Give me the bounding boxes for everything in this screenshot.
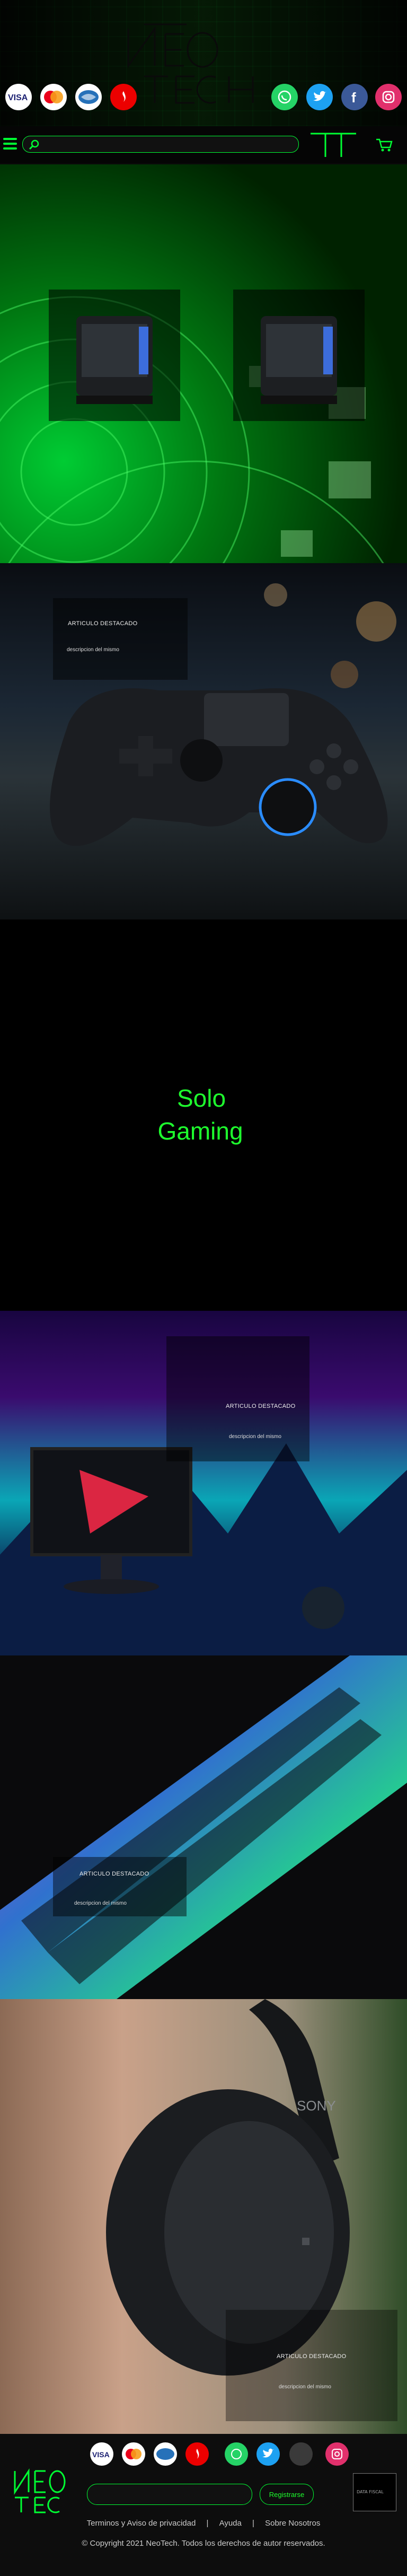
register-button[interactable]: Registrarse: [260, 2484, 314, 2505]
about-link[interactable]: Sobre Nosotros: [265, 2519, 320, 2528]
twitter-icon[interactable]: [306, 84, 333, 110]
search-icon[interactable]: [28, 139, 40, 151]
svg-text:VISA: VISA: [92, 2450, 110, 2459]
mastercard-icon[interactable]: [40, 84, 67, 110]
featured-item-box[interactable]: ARTICULO DESTACADO descripcion del mismo: [53, 598, 188, 680]
whatsapp-icon[interactable]: [225, 2442, 248, 2466]
data-fiscal-qr[interactable]: DATA FISCAL: [353, 2473, 396, 2511]
svg-text:VISA: VISA: [8, 93, 28, 102]
headphones-section: SONY ARTICULO DESTACADO descripcion del …: [0, 1999, 407, 2434]
gamepad-section: ARTICULO DESTACADO descripcion del mismo: [0, 563, 407, 919]
product-card[interactable]: [233, 290, 365, 421]
terms-link[interactable]: Terminos y Aviso de privacidad: [87, 2519, 196, 2528]
instagram-icon[interactable]: [375, 84, 402, 110]
featured-title: ARTICULO DESTACADO: [79, 1871, 149, 1877]
featured-description: descripcion del mismo: [229, 1434, 281, 1440]
keyboard-image: [0, 1655, 407, 1999]
search-input[interactable]: [22, 136, 299, 153]
gaming-text-line-2: Gaming: [157, 1117, 243, 1145]
hero-banner: [0, 164, 407, 563]
qr-label: DATA FISCAL: [357, 2490, 384, 2494]
product-image: [76, 316, 153, 404]
divider: |: [206, 2519, 209, 2528]
nav-logo[interactable]: [309, 130, 357, 158]
divider: |: [252, 2519, 254, 2528]
twitter-icon[interactable]: [256, 2442, 280, 2466]
copyright: © Copyright 2021 NeoTech. Todos los dere…: [0, 2539, 407, 2548]
featured-item-box[interactable]: ARTICULO DESTACADO descripcion del mismo: [166, 1336, 309, 1461]
amex-icon[interactable]: [75, 84, 102, 110]
featured-title: ARTICULO DESTACADO: [68, 620, 138, 627]
santander-icon[interactable]: [185, 2442, 209, 2466]
apple-icon[interactable]: [289, 2442, 313, 2466]
featured-title: ARTICULO DESTACADO: [277, 2353, 347, 2360]
keyboard-section: ARTICULO DESTACADO descripcion del mismo: [0, 1655, 407, 1999]
facebook-icon[interactable]: f: [341, 84, 368, 110]
register-email-field[interactable]: [87, 2484, 252, 2505]
featured-item-box[interactable]: ARTICULO DESTACADO descripcion del mismo: [226, 2310, 397, 2421]
gaming-text-line-1: Solo: [176, 1084, 226, 1112]
featured-title: ARTICULO DESTACADO: [226, 1403, 296, 1409]
site-footer: VISA Registrarse DATA FISCAL Terminos y …: [0, 2434, 407, 2576]
footer-logo[interactable]: [11, 2466, 73, 2514]
svg-text:SONY: SONY: [297, 2098, 336, 2114]
svg-text:f: f: [351, 90, 356, 105]
instagram-icon[interactable]: [325, 2442, 349, 2466]
help-link[interactable]: Ayuda: [219, 2519, 242, 2528]
product-card[interactable]: [49, 290, 180, 421]
neotech-logo[interactable]: [123, 18, 282, 108]
featured-description: descripcion del mismo: [279, 2384, 331, 2390]
site-header: VISA f: [0, 0, 407, 126]
hamburger-icon[interactable]: [3, 138, 17, 150]
gaming-section: Solo Gaming: [0, 919, 407, 1311]
footer-links: Terminos y Aviso de privacidad | Ayuda |…: [0, 2519, 407, 2528]
visa-icon[interactable]: VISA: [5, 84, 32, 110]
featured-description: descripcion del mismo: [74, 1900, 127, 1906]
mastercard-icon[interactable]: [122, 2442, 145, 2466]
featured-description: descripcion del mismo: [67, 647, 119, 653]
copyright-text: Copyright 2021 NeoTech. Todos los derech…: [90, 2539, 325, 2548]
whatsapp-icon[interactable]: [271, 84, 298, 110]
rog-monitor-section: ARTICULO DESTACADO descripcion del mismo: [0, 1311, 407, 1655]
cart-icon[interactable]: [375, 138, 393, 153]
product-image: [261, 316, 337, 404]
amex-icon[interactable]: [154, 2442, 177, 2466]
visa-icon[interactable]: VISA: [90, 2442, 113, 2466]
featured-item-box[interactable]: ARTICULO DESTACADO descripcion del mismo: [53, 1857, 187, 1916]
santander-icon[interactable]: [110, 84, 137, 110]
nav-bar: [0, 126, 407, 164]
copyright-icon: ©: [82, 2539, 88, 2548]
